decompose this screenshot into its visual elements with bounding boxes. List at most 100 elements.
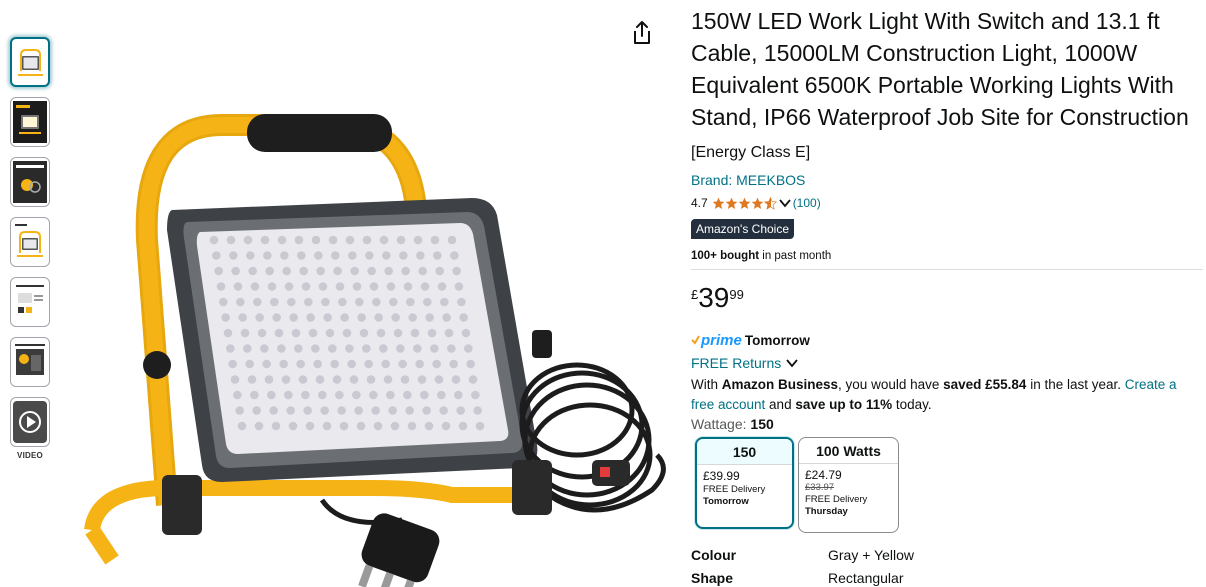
led-dot	[282, 266, 291, 276]
led-dot	[382, 251, 391, 260]
brand-link[interactable]: Brand: MEEKBOS	[691, 172, 805, 188]
thumbnail-2[interactable]	[10, 97, 50, 147]
work-light-dark-thumbnail-icon	[13, 101, 47, 143]
led-dot	[328, 344, 337, 353]
led-dot	[348, 251, 357, 260]
led-dot	[209, 235, 219, 245]
option-100-watts[interactable]: 100 Watts £24.79 £33.97 FREE Delivery Th…	[798, 437, 899, 533]
led-dot	[284, 390, 293, 400]
led-dot	[450, 251, 459, 260]
led-dot	[231, 266, 240, 276]
wattage-value: 150	[750, 416, 774, 432]
led-dot	[271, 421, 281, 431]
share-icon[interactable]	[630, 20, 654, 46]
led-dot	[277, 344, 286, 353]
option-body: £24.79 £33.97 FREE Delivery Thursday	[799, 464, 898, 522]
led-dot	[252, 406, 261, 415]
led-dot	[214, 266, 223, 276]
prime-logo: prime	[691, 332, 742, 349]
led-dot	[393, 328, 403, 338]
led-dot	[316, 266, 325, 276]
bought-count: 100+ bought	[691, 250, 760, 262]
rating-count-link[interactable]: (100)	[793, 196, 821, 210]
option-150[interactable]: 150 £39.99 FREE Delivery Tomorrow	[695, 437, 794, 529]
led-dot	[356, 421, 366, 431]
led-dot	[313, 359, 322, 369]
price-whole: 39	[698, 282, 730, 313]
led-dot	[396, 344, 405, 353]
work-light-thumbnail-icon	[18, 49, 43, 76]
led-dot	[246, 251, 255, 260]
thumbnail-4[interactable]	[10, 217, 50, 267]
led-dot	[311, 344, 320, 353]
thumbnail-3[interactable]	[10, 157, 50, 207]
led-dot	[369, 282, 379, 291]
led-dot	[390, 421, 400, 431]
led-dot	[473, 406, 482, 415]
led-dot	[433, 251, 442, 260]
led-dot	[369, 390, 378, 400]
led-dot	[418, 266, 427, 276]
led-dot	[427, 328, 437, 338]
led-dot	[461, 328, 471, 338]
video-thumbnail[interactable]	[10, 397, 50, 447]
main-product-image[interactable]	[72, 90, 672, 587]
led-dot	[228, 359, 237, 369]
thumbnail-1[interactable]	[10, 37, 50, 87]
wattage-label: Wattage:	[691, 416, 751, 432]
led-dot	[365, 251, 374, 260]
led-dot	[420, 282, 430, 291]
led-dot	[347, 359, 356, 369]
led-dot	[362, 235, 372, 245]
led-dot	[270, 297, 279, 307]
rating-value: 4.7	[691, 196, 708, 210]
rating-stars[interactable]	[712, 196, 793, 210]
led-dot	[311, 235, 321, 245]
led-dot	[342, 328, 352, 338]
led-dot	[338, 297, 347, 307]
led-dot	[432, 359, 441, 369]
divider	[691, 269, 1203, 270]
attribute-value: Gray + Yellow	[828, 547, 914, 563]
led-dot	[430, 344, 439, 353]
price-symbol: £	[691, 287, 699, 302]
led-dot	[287, 297, 296, 307]
product-info: 150W LED Work Light With Switch and 13.1…	[691, 0, 1203, 586]
led-dot	[306, 313, 315, 322]
option-delivery: FREE Delivery	[703, 484, 766, 495]
led-dot	[284, 282, 294, 291]
led-dot	[416, 251, 425, 260]
led-dot	[301, 390, 310, 400]
option-body: £39.99 FREE Delivery Tomorrow	[697, 465, 792, 512]
led-dot	[337, 406, 346, 415]
led-dot	[468, 375, 478, 384]
amazons-choice-badge[interactable]: Amazon's Choice	[691, 219, 794, 239]
led-dot	[372, 297, 381, 307]
led-dot	[325, 328, 335, 338]
prime-check-icon	[691, 335, 700, 345]
led-dot	[299, 266, 308, 276]
led-dot	[269, 406, 278, 415]
thumbnail-6[interactable]	[10, 337, 50, 387]
led-dot	[345, 344, 354, 353]
led-dot	[350, 266, 359, 276]
led-dot	[464, 344, 473, 353]
led-dot	[425, 313, 434, 322]
free-returns-link[interactable]: FREE Returns	[691, 354, 1203, 372]
led-dot	[233, 282, 243, 291]
option-delivery: FREE Delivery	[805, 494, 868, 505]
led-dot	[424, 421, 434, 431]
attribute-value: Rectangular	[828, 570, 904, 586]
led-dot	[248, 266, 257, 276]
led-dot	[454, 390, 463, 400]
led-dot	[352, 282, 362, 291]
led-dot	[243, 344, 252, 353]
led-dot	[408, 313, 417, 322]
led-dot	[349, 375, 359, 384]
work-light-cable-thumbnail-icon	[13, 161, 47, 203]
thumbnail-5[interactable]	[10, 277, 50, 327]
prime-label: prime	[701, 331, 742, 349]
play-icon	[13, 401, 47, 443]
led-dot	[379, 344, 388, 353]
business-save-percent: save up to 11%	[795, 397, 893, 412]
